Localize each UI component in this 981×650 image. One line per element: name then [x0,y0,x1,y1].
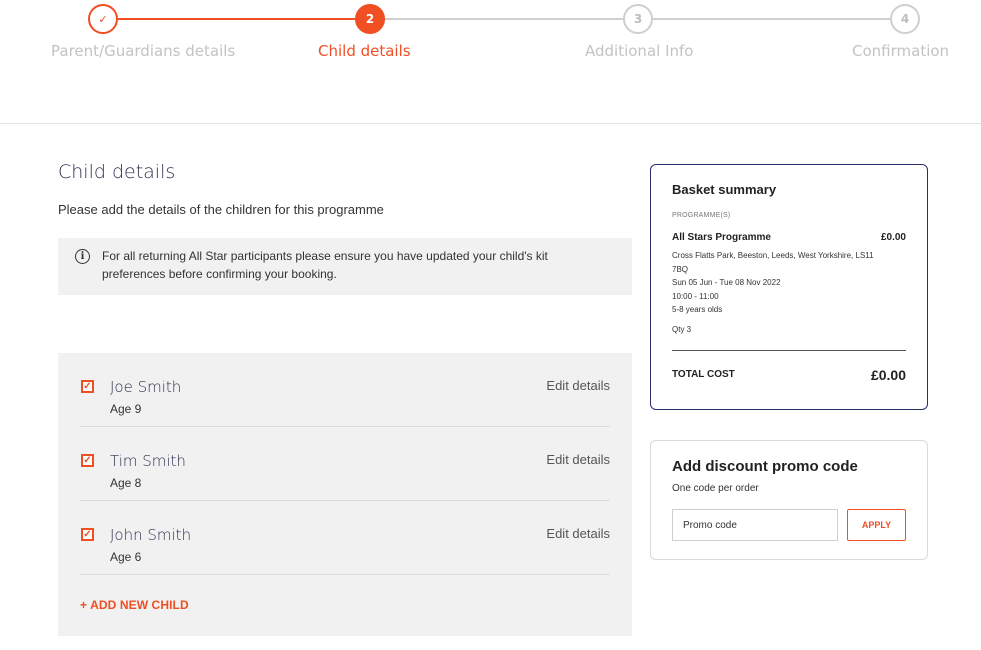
page-title: Child details [58,161,176,183]
promo-title: Add discount promo code [672,458,858,475]
child-checkbox[interactable]: ✓ [81,380,94,393]
info-icon: i [75,249,90,264]
promo-subtitle: One code per order [672,483,759,494]
programme-price: £0.00 [880,232,906,243]
child-age: Age 9 [110,402,142,416]
programme-ages: 5-8 years olds [672,305,723,314]
step-1-label[interactable]: Parent/Guardians details [51,42,235,60]
programme-name: All Stars Programme [672,232,771,243]
step-connector-3 [653,18,890,20]
child-name: Tim Smith [110,452,186,470]
step-connector-2 [385,18,623,20]
child-age: Age 6 [110,550,142,564]
child-age: Age 8 [110,476,142,490]
add-new-child-button[interactable]: + ADD NEW CHILD [80,598,189,612]
child-row: ✓ Tim Smith Age 8 Edit details [80,427,610,501]
total-value: £0.00 [870,366,906,383]
step-3-indicator: 3 [623,4,653,34]
programme-address-line1: Cross Flatts Park, Beeston, Leeds, West … [672,251,874,260]
step-3-label: Additional Info [585,42,694,60]
child-name: Joe Smith [110,378,182,396]
total-row: TOTAL COST £0.00 [672,367,906,383]
edit-details-link[interactable]: Edit details [546,378,610,393]
basket-caption: PROGRAMME(S) [672,212,731,219]
children-list: ✓ Joe Smith Age 9 Edit details ✓ Tim Smi… [58,353,632,636]
apply-button[interactable]: APPLY [847,509,906,541]
step-4-indicator: 4 [890,4,920,34]
programme-time: 10:00 - 11:00 [672,291,719,301]
info-notice: i For all returning All Star participant… [58,238,632,295]
programme-address-line2: 7BQ [672,264,689,274]
child-checkbox[interactable]: ✓ [81,454,94,467]
step-1-check-icon[interactable]: ✓ [88,4,118,34]
promo-code-panel: Add discount promo code One code per ord… [650,440,928,560]
edit-details-link[interactable]: Edit details [546,526,610,541]
programme-row: All Stars Programme £0.00 [672,232,906,243]
child-row: ✓ John Smith Age 6 Edit details [80,501,610,575]
child-name: John Smith [110,526,192,544]
child-checkbox[interactable]: ✓ [81,528,94,541]
child-row: ✓ Joe Smith Age 9 Edit details [80,353,610,427]
total-label: TOTAL COST [672,369,735,380]
promo-code-input[interactable] [672,509,838,541]
page-subtitle: Please add the details of the children f… [58,202,384,217]
step-4-label: Confirmation [852,42,950,60]
divider [672,349,906,351]
basket-title: Basket summary [672,182,777,197]
step-2-label: Child details [318,42,411,60]
step-2-indicator: 2 [355,4,385,34]
programme-qty: Qty 3 [672,324,692,334]
info-text: For all returning All Star participants … [102,249,548,281]
step-connector-1 [118,18,355,20]
basket-summary: Basket summary PROGRAMME(S) All Stars Pr… [650,164,928,410]
programme-dates: Sun 05 Jun - Tue 08 Nov 2022 [672,278,781,287]
edit-details-link[interactable]: Edit details [546,452,610,467]
progress-stepper: ✓ Parent/Guardians details 2 Child detai… [0,0,981,124]
